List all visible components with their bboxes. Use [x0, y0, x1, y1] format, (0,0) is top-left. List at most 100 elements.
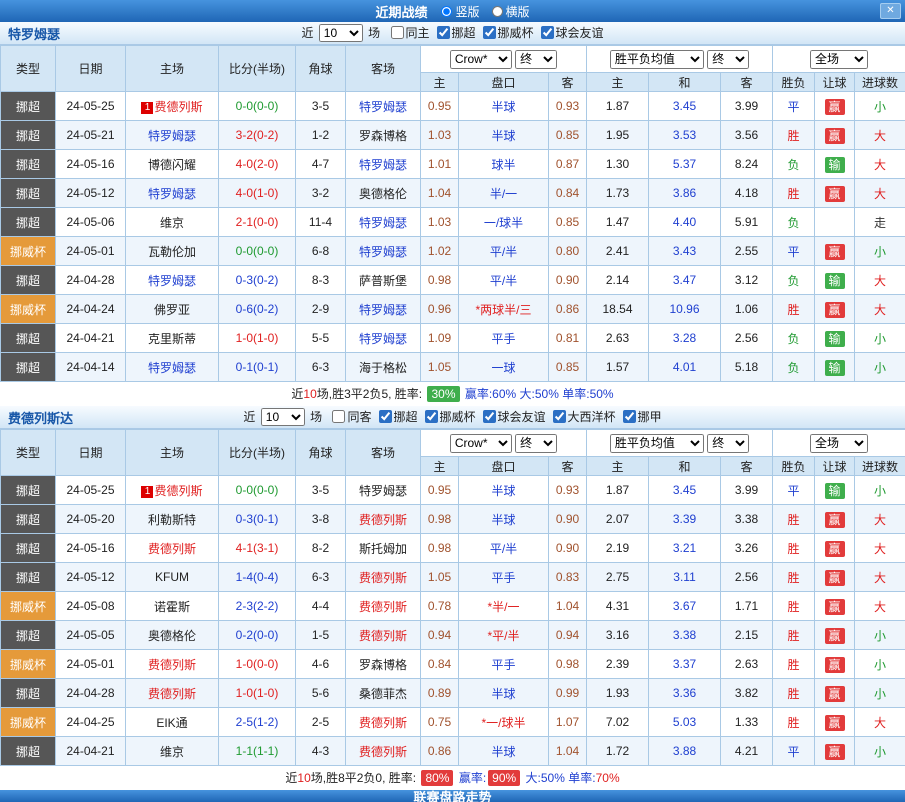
result-row: 挪威杯24-05-01费德列斯1-0(0-0)4-6罗森博格0.84平手0.98…: [1, 650, 905, 679]
recent-suffix: 场: [368, 26, 380, 40]
filter-大西洋杯[interactable]: 大西洋杯: [553, 410, 616, 424]
result-row: 挪超24-04-28特罗姆瑟0-3(0-2)8-3萨普斯堡0.98平/半0.90…: [1, 266, 905, 295]
filter-checkbox[interactable]: [541, 26, 554, 39]
filter-挪超[interactable]: 挪超: [379, 410, 418, 424]
portrait-option[interactable]: 竖版: [441, 3, 479, 20]
date-cell: 24-05-01: [56, 237, 126, 266]
avg-home-cell: 1.93: [587, 679, 649, 708]
team-band: 特罗姆瑟 近 10 场 同主挪超挪威杯球会友谊: [0, 22, 905, 45]
handicap-cell: 平手: [459, 650, 549, 679]
landscape-radio[interactable]: [492, 6, 503, 17]
home-team-cell: 奥德格伦: [126, 621, 219, 650]
goals-cell: 大: [855, 708, 905, 737]
bookmaker-select[interactable]: Crow*: [450, 50, 512, 69]
layout-toggle: 竖版 横版: [441, 3, 529, 20]
league-cell: 挪威杯: [1, 650, 56, 679]
filter-checkbox[interactable]: [425, 410, 438, 423]
date-cell: 24-05-05: [56, 621, 126, 650]
handicap-result-cell: 输: [815, 324, 855, 353]
away-odds-cell: 0.80: [549, 237, 587, 266]
filter-挪威杯[interactable]: 挪威杯: [425, 410, 476, 424]
recent-suffix: 场: [310, 410, 322, 424]
avg-draw-cell: 3.43: [649, 237, 721, 266]
filter-checkbox[interactable]: [483, 26, 496, 39]
away-team-cell: 特罗姆瑟: [346, 237, 421, 266]
league-cell: 挪超: [1, 92, 56, 121]
away-team-cell: 海于格松: [346, 353, 421, 382]
filter-checkbox[interactable]: [553, 410, 566, 423]
filter-checkbox[interactable]: [379, 410, 392, 423]
league-cell: 挪超: [1, 208, 56, 237]
goals-cell: 小: [855, 650, 905, 679]
filter-挪超[interactable]: 挪超: [437, 26, 476, 40]
landscape-option[interactable]: 横版: [492, 3, 530, 20]
goals-cell: 大: [855, 592, 905, 621]
filter-checkbox[interactable]: [483, 410, 496, 423]
avg-home-cell: 2.14: [587, 266, 649, 295]
away-team-cell: 特罗姆瑟: [346, 476, 421, 505]
odds-stage-select[interactable]: 终: [515, 434, 557, 453]
away-team-cell: 特罗姆瑟: [346, 324, 421, 353]
league-trend-bar[interactable]: 联赛盘路走势: [0, 790, 905, 802]
away-team-cell: 费德列斯: [346, 708, 421, 737]
home-odds-cell: 0.75: [421, 708, 459, 737]
result-row: 挪超24-05-12KFUM1-4(0-4)6-3费德列斯1.05平手0.832…: [1, 563, 905, 592]
date-cell: 24-05-12: [56, 563, 126, 592]
filter-球会友谊[interactable]: 球会友谊: [541, 26, 604, 40]
col-away: 客场: [346, 46, 421, 92]
avg-select[interactable]: 胜平负均值: [610, 434, 704, 453]
league-cell: 挪超: [1, 534, 56, 563]
filter-挪威杯[interactable]: 挪威杯: [483, 26, 534, 40]
home-team-cell: 佛罗亚: [126, 295, 219, 324]
avg-away-cell: 3.26: [721, 534, 773, 563]
handicap-result-badge: 赢: [825, 512, 845, 528]
filters-bar: 近 10 场 同客挪超挪威杯球会友谊大西洋杯挪甲: [0, 408, 905, 427]
avg-stage-select[interactable]: 终: [707, 434, 749, 453]
handicap-result-badge: 赢: [825, 186, 845, 202]
recent-count-select[interactable]: 10: [261, 408, 305, 426]
close-button[interactable]: ✕: [880, 3, 901, 19]
avg-home-cell: 1.73: [587, 179, 649, 208]
league-cell: 挪超: [1, 150, 56, 179]
avg-draw-cell: 3.45: [649, 476, 721, 505]
goals-cell: 小: [855, 324, 905, 353]
avg-header-cell: 胜平负均值 终: [587, 430, 773, 457]
scope-select[interactable]: 全场: [810, 50, 868, 69]
avg-stage-select[interactable]: 终: [707, 50, 749, 69]
odds-stage-select[interactable]: 终: [515, 50, 557, 69]
away-odds-cell: 0.98: [549, 650, 587, 679]
result-row: 挪超24-04-21维京1-1(1-1)4-3费德列斯0.86半球1.041.7…: [1, 737, 905, 766]
home-team-cell: 博德闪耀: [126, 150, 219, 179]
summary-segment: 单率:50%: [562, 387, 613, 401]
goals-cell: 大: [855, 534, 905, 563]
avg-draw-cell: 3.88: [649, 737, 721, 766]
home-team-cell: 克里斯蒂: [126, 324, 219, 353]
filter-checkbox[interactable]: [437, 26, 450, 39]
scope-select[interactable]: 全场: [810, 434, 868, 453]
result-row: 挪威杯24-05-01瓦勒伦加0-0(0-0)6-8特罗姆瑟1.02平/半0.8…: [1, 237, 905, 266]
bookmaker-select[interactable]: Crow*: [450, 434, 512, 453]
portrait-radio[interactable]: [441, 6, 452, 17]
filter-同客[interactable]: 同客: [332, 410, 371, 424]
avg-away-cell: 1.71: [721, 592, 773, 621]
summary-segment: 80%: [421, 770, 453, 786]
home-odds-cell: 1.03: [421, 121, 459, 150]
league-cell: 挪超: [1, 505, 56, 534]
avg-away-cell: 2.55: [721, 237, 773, 266]
away-team-cell: 萨普斯堡: [346, 266, 421, 295]
filter-挪甲[interactable]: 挪甲: [623, 410, 662, 424]
filter-checkbox[interactable]: [332, 410, 345, 423]
filter-checkbox[interactable]: [391, 26, 404, 39]
away-odds-cell: 0.81: [549, 324, 587, 353]
col-corner: 角球: [296, 430, 346, 476]
away-team-cell: 罗森博格: [346, 650, 421, 679]
recent-count-select[interactable]: 10: [319, 24, 363, 42]
filter-球会友谊[interactable]: 球会友谊: [483, 410, 546, 424]
away-odds-cell: 0.85: [549, 121, 587, 150]
filter-checkbox[interactable]: [623, 410, 636, 423]
filter-同主[interactable]: 同主: [391, 26, 430, 40]
avg-select[interactable]: 胜平负均值: [610, 50, 704, 69]
result-cell: 平: [773, 237, 815, 266]
filter-label: 球会友谊: [556, 26, 604, 40]
avg-home-cell: 1.47: [587, 208, 649, 237]
